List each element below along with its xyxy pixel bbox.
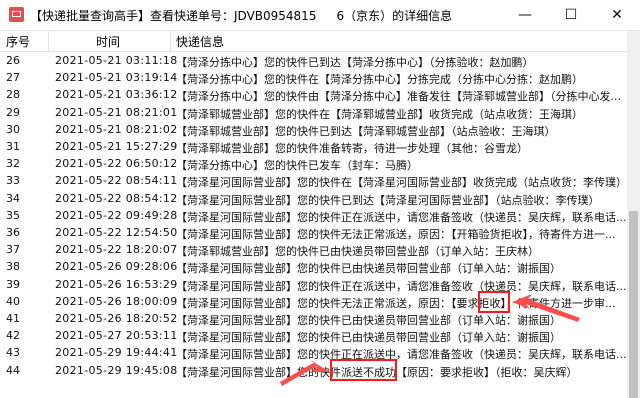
arrow-to-reject: [512, 294, 580, 322]
arrow-to-failed: [280, 360, 330, 386]
annotation-arrows: [280, 294, 580, 386]
